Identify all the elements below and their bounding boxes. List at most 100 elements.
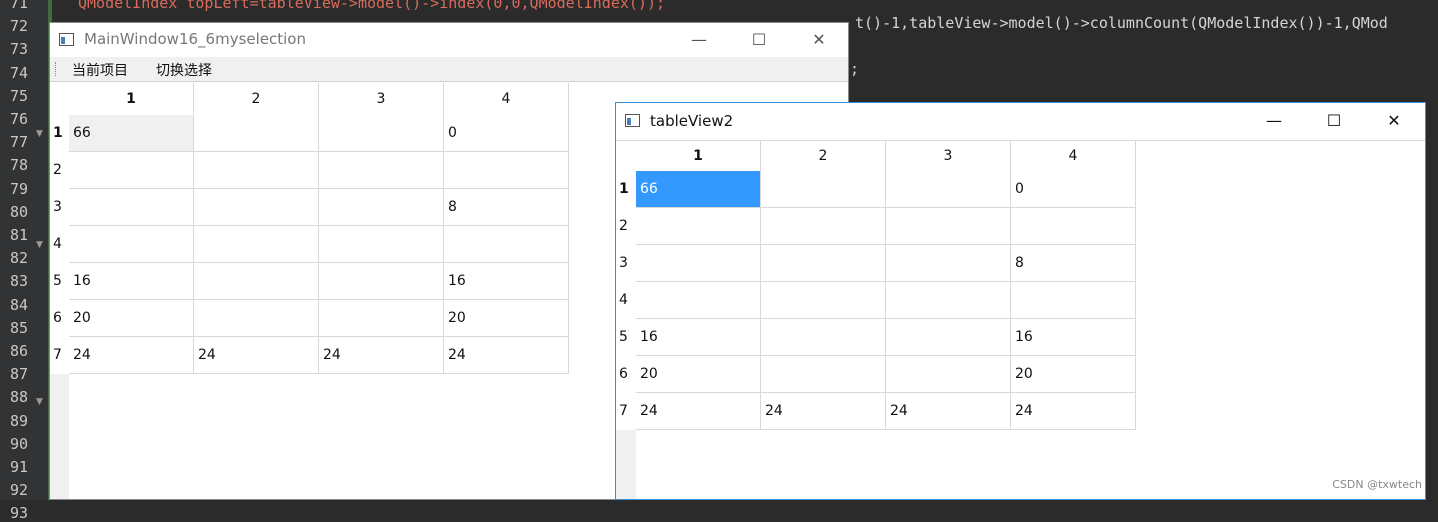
watermark: CSDN @txwtech (1332, 478, 1422, 491)
table-cell[interactable]: 66 (636, 171, 761, 208)
column-header[interactable]: 1 (69, 83, 194, 115)
row-header[interactable]: 2 (616, 208, 636, 245)
table-cell[interactable]: 24 (761, 393, 886, 430)
table-cell[interactable] (1011, 282, 1136, 319)
table-cell[interactable]: 16 (444, 263, 569, 300)
row-header[interactable]: 2 (50, 152, 69, 189)
row-header[interactable]: 3 (50, 189, 69, 226)
table-cell[interactable] (194, 226, 319, 263)
table-cell[interactable] (194, 152, 319, 189)
maximize-button[interactable]: ☐ (1311, 108, 1357, 134)
column-header[interactable]: 2 (761, 141, 886, 171)
table-cell[interactable] (1011, 208, 1136, 245)
table-cell[interactable] (194, 300, 319, 337)
row-header[interactable]: 7 (616, 393, 636, 430)
table-cell[interactable] (761, 319, 886, 356)
column-header[interactable]: 2 (194, 83, 319, 115)
table-cell[interactable]: 0 (1011, 171, 1136, 208)
table-cell[interactable] (69, 226, 194, 263)
fold-arrow-icon[interactable]: ▼ (36, 397, 43, 407)
column-header[interactable]: 3 (886, 141, 1011, 171)
table-view-window[interactable]: tableView2 — ☐ ✕ 1 2 3 4 1 66 0 2 3 8 4 5 16 16 6 20 20 7… (615, 102, 1426, 500)
title-bar[interactable]: MainWindow16_6myselection — ☐ ✕ (50, 23, 848, 57)
column-header[interactable]: 4 (1011, 141, 1136, 171)
row-header[interactable]: 5 (616, 319, 636, 356)
row-header[interactable]: 3 (616, 245, 636, 282)
table-cell[interactable]: 8 (444, 189, 569, 226)
table-cell[interactable] (886, 245, 1011, 282)
column-header[interactable]: 1 (636, 141, 761, 171)
row-header[interactable]: 7 (50, 337, 69, 374)
table-cell[interactable] (444, 152, 569, 189)
table-cell[interactable]: 24 (636, 393, 761, 430)
table-cell[interactable] (761, 282, 886, 319)
table-cell[interactable] (886, 208, 1011, 245)
table-cell[interactable]: 16 (636, 319, 761, 356)
table-cell[interactable]: 20 (444, 300, 569, 337)
table-cell[interactable] (761, 356, 886, 393)
table-cell[interactable] (886, 356, 1011, 393)
table-cell[interactable] (636, 282, 761, 319)
table-cell[interactable] (319, 226, 444, 263)
toolbar-grip-icon[interactable] (55, 62, 58, 76)
table-cell[interactable] (444, 226, 569, 263)
row-header[interactable]: 6 (50, 300, 69, 337)
row-header[interactable]: 5 (50, 263, 69, 300)
table-cell[interactable] (319, 115, 444, 152)
close-button[interactable]: ✕ (796, 27, 842, 53)
table-cell[interactable] (886, 171, 1011, 208)
title-bar[interactable]: tableView2 — ☐ ✕ (616, 103, 1425, 139)
close-button[interactable]: ✕ (1371, 108, 1417, 134)
table-cell[interactable]: 24 (69, 337, 194, 374)
table-cell[interactable] (636, 208, 761, 245)
table-cell[interactable]: 24 (444, 337, 569, 374)
window-title: tableView2 (650, 112, 734, 130)
table-cell[interactable] (761, 208, 886, 245)
table-cell[interactable] (761, 245, 886, 282)
table-cell[interactable]: 20 (636, 356, 761, 393)
table-cell[interactable]: 24 (194, 337, 319, 374)
table-cell[interactable] (319, 263, 444, 300)
table-cell[interactable] (69, 189, 194, 226)
column-header[interactable]: 4 (444, 83, 569, 115)
maximize-button[interactable]: ☐ (736, 27, 782, 53)
table-cell[interactable] (761, 171, 886, 208)
code-text: ; (850, 60, 860, 78)
menu-toggle-selection[interactable]: 切换选择 (156, 60, 212, 80)
table-cell[interactable]: 24 (1011, 393, 1136, 430)
table-cell[interactable] (636, 245, 761, 282)
row-header[interactable]: 1 (616, 171, 636, 208)
table-cell[interactable]: 24 (319, 337, 444, 374)
table-cell[interactable] (194, 115, 319, 152)
table-cell[interactable]: 16 (69, 263, 194, 300)
row-header[interactable]: 1 (50, 115, 69, 152)
line-number: 76 (9, 110, 28, 128)
table-cell[interactable]: 16 (1011, 319, 1136, 356)
table-cell[interactable] (194, 189, 319, 226)
table-cell[interactable] (319, 189, 444, 226)
column-header[interactable]: 3 (319, 83, 444, 115)
fold-arrow-icon[interactable]: ▼ (36, 240, 43, 250)
row-header[interactable]: 6 (616, 356, 636, 393)
table-corner-button[interactable] (50, 83, 69, 115)
table-cell[interactable] (319, 300, 444, 337)
minimize-button[interactable]: — (676, 27, 722, 53)
table-cell[interactable]: 8 (1011, 245, 1136, 282)
table-cell[interactable] (886, 282, 1011, 319)
fold-arrow-icon[interactable]: ▼ (36, 129, 43, 139)
table-cell[interactable] (319, 152, 444, 189)
table-cell[interactable]: 20 (69, 300, 194, 337)
table-cell[interactable]: 24 (886, 393, 1011, 430)
table-cell[interactable] (194, 263, 319, 300)
table-cell[interactable] (886, 319, 1011, 356)
table-cell[interactable]: 0 (444, 115, 569, 152)
table-corner-button[interactable] (616, 141, 636, 171)
menu-current-item[interactable]: 当前项目 (72, 60, 128, 80)
row-header[interactable]: 4 (616, 282, 636, 319)
row-header[interactable]: 4 (50, 226, 69, 263)
minimize-button[interactable]: — (1251, 108, 1297, 134)
table-cell[interactable]: 66 (69, 115, 194, 152)
table-view[interactable]: 1 2 3 4 1 66 0 2 3 8 4 5 16 16 6 20 20 7 24 24 24 24 (616, 141, 1425, 499)
table-cell[interactable] (69, 152, 194, 189)
table-cell[interactable]: 20 (1011, 356, 1136, 393)
